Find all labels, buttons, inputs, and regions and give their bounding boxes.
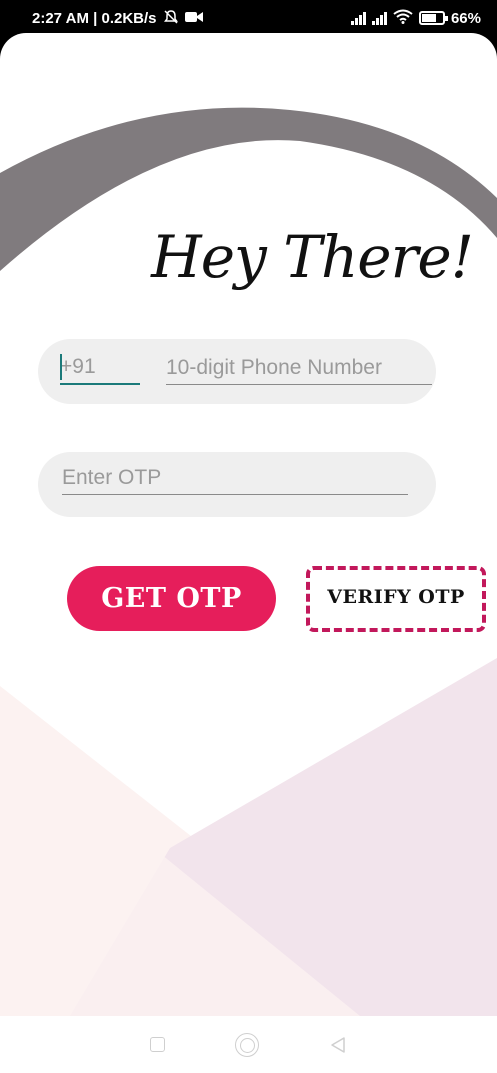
back-icon[interactable] — [329, 1036, 347, 1054]
login-screen: Hey There! GET OTP VERIFY OTP — [0, 33, 497, 1016]
country-code-input[interactable] — [60, 351, 140, 385]
phone-number-input[interactable] — [166, 351, 432, 385]
phone-screen: 2:27 AM | 0.2KB/s 66% Hey There! +91 10-… — [0, 0, 497, 1073]
otp-field — [38, 452, 436, 517]
wifi-icon — [393, 9, 413, 27]
background-decoration — [0, 107, 497, 1016]
text-cursor — [60, 354, 62, 380]
battery-icon — [418, 11, 448, 25]
status-left: 2:27 AM | 0.2KB/s — [32, 9, 203, 28]
signal-icon — [371, 11, 387, 25]
signal-icon — [350, 11, 366, 25]
status-bar: 2:27 AM | 0.2KB/s 66% — [0, 0, 497, 36]
battery-percent: 66% — [450, 9, 481, 27]
home-icon[interactable] — [235, 1032, 259, 1057]
otp-input[interactable] — [62, 461, 408, 495]
video-camera-icon — [184, 11, 203, 26]
get-otp-button[interactable]: GET OTP — [67, 566, 276, 631]
time-and-speed: 2:27 AM | 0.2KB/s — [32, 9, 157, 27]
greeting-title: Hey There! — [151, 223, 474, 291]
verify-otp-button[interactable]: VERIFY OTP — [306, 566, 486, 632]
muted-bell-icon — [163, 9, 179, 28]
phone-field — [38, 339, 436, 404]
navigation-bar — [0, 1016, 497, 1073]
recent-apps-icon[interactable] — [150, 1037, 165, 1052]
status-right: 66% — [350, 9, 481, 27]
